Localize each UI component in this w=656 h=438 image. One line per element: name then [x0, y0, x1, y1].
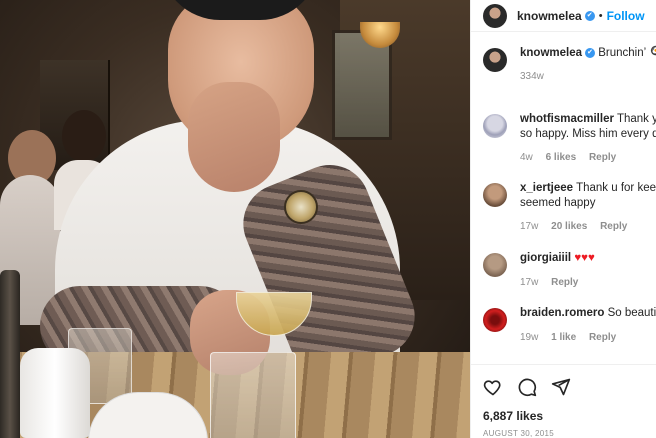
comment-time: 4w: [520, 152, 533, 163]
comment-meta: 17w 20 likes Reply: [520, 221, 637, 232]
commenter-avatar[interactable]: [483, 183, 507, 207]
post-date: AUGUST 30, 2015: [483, 429, 555, 438]
verified-badge-icon: ✔: [585, 47, 595, 58]
comment-body: seemed happy: [520, 197, 596, 209]
comment-time: 19w: [520, 332, 539, 343]
caption-meta: 334w: [520, 71, 554, 82]
post-actions: 6,887 likes AUGUST 30, 2015: [471, 364, 656, 438]
heart-icon[interactable]: [483, 377, 503, 397]
caption-time: 334w: [520, 71, 544, 82]
milk-pitcher: [20, 348, 90, 438]
author-avatar[interactable]: [483, 48, 507, 72]
author-username[interactable]: knowmelea: [517, 9, 582, 23]
comment-meta: 4w 6 likes Reply: [520, 152, 626, 163]
comment-icon[interactable]: [517, 377, 537, 397]
author-avatar[interactable]: [483, 3, 507, 28]
comment-likes[interactable]: 6 likes: [546, 152, 577, 163]
comment-body: Thank u for keepin: [576, 182, 656, 194]
reply-button[interactable]: Reply: [589, 152, 616, 163]
comment-time: 17w: [520, 221, 539, 232]
comment-likes[interactable]: 1 like: [551, 332, 576, 343]
commenter-avatar[interactable]: [483, 253, 507, 277]
comment-body: so happy. Miss him every day: [520, 128, 656, 140]
comment-likes[interactable]: 20 likes: [551, 221, 587, 232]
comments-list[interactable]: knowmelea✔ Brunchin’ 🍳 334w whotfismacmi…: [471, 40, 656, 364]
post-sidebar: knowmelea ✔ • Follow knowmelea ✔ Brunchin…: [470, 0, 656, 438]
comment-meta: 19w 1 like Reply: [520, 332, 626, 343]
background-person-head: [62, 110, 106, 162]
comment-text: giorgiaiiil ♥♥♥: [520, 251, 656, 266]
comment-body: Thank you: [616, 113, 656, 125]
water-glass: [210, 352, 296, 438]
action-icons: [483, 377, 571, 397]
caption-body: Brunchin’: [598, 47, 646, 59]
separator-dot: •: [598, 9, 603, 22]
caption-text: knowmelea✔ Brunchin’ 🍳: [520, 46, 656, 61]
comment-username[interactable]: x_iertjeee: [520, 182, 573, 194]
reply-button[interactable]: Reply: [600, 221, 627, 232]
comment-username[interactable]: whotfismacmiller: [520, 113, 614, 125]
verified-badge-icon: ✔: [584, 10, 595, 21]
caption-username[interactable]: knowmelea: [520, 47, 582, 59]
post-header: knowmelea ✔ • Follow: [471, 0, 656, 32]
wrist-watch: [284, 190, 318, 224]
share-icon[interactable]: [551, 377, 571, 397]
comment-text: braiden.romero So beautiful: [520, 306, 656, 321]
comment-username[interactable]: braiden.romero: [520, 307, 604, 319]
reply-button[interactable]: Reply: [589, 332, 616, 343]
hand: [188, 82, 280, 192]
comment-meta: 17w Reply: [520, 277, 588, 288]
likes-count[interactable]: 6,887 likes: [483, 409, 543, 423]
commenter-avatar[interactable]: [483, 114, 507, 138]
commenter-avatar[interactable]: [483, 308, 507, 332]
follow-button[interactable]: Follow: [607, 9, 645, 23]
comment-time: 17w: [520, 277, 539, 288]
comment-username[interactable]: giorgiaiiil: [520, 252, 571, 264]
comment-text: whotfismacmiller Thank you so happy. Mis…: [520, 112, 656, 142]
reply-button[interactable]: Reply: [551, 277, 578, 288]
comment-text: x_iertjeee Thank u for keepin seemed hap…: [520, 181, 656, 211]
post-photo[interactable]: [0, 0, 470, 438]
comment-body: So beautiful: [607, 307, 656, 319]
caption-emoji: 🍳: [649, 47, 656, 59]
heart-emoji: ♥♥♥: [574, 252, 595, 264]
bottle: [0, 270, 20, 438]
